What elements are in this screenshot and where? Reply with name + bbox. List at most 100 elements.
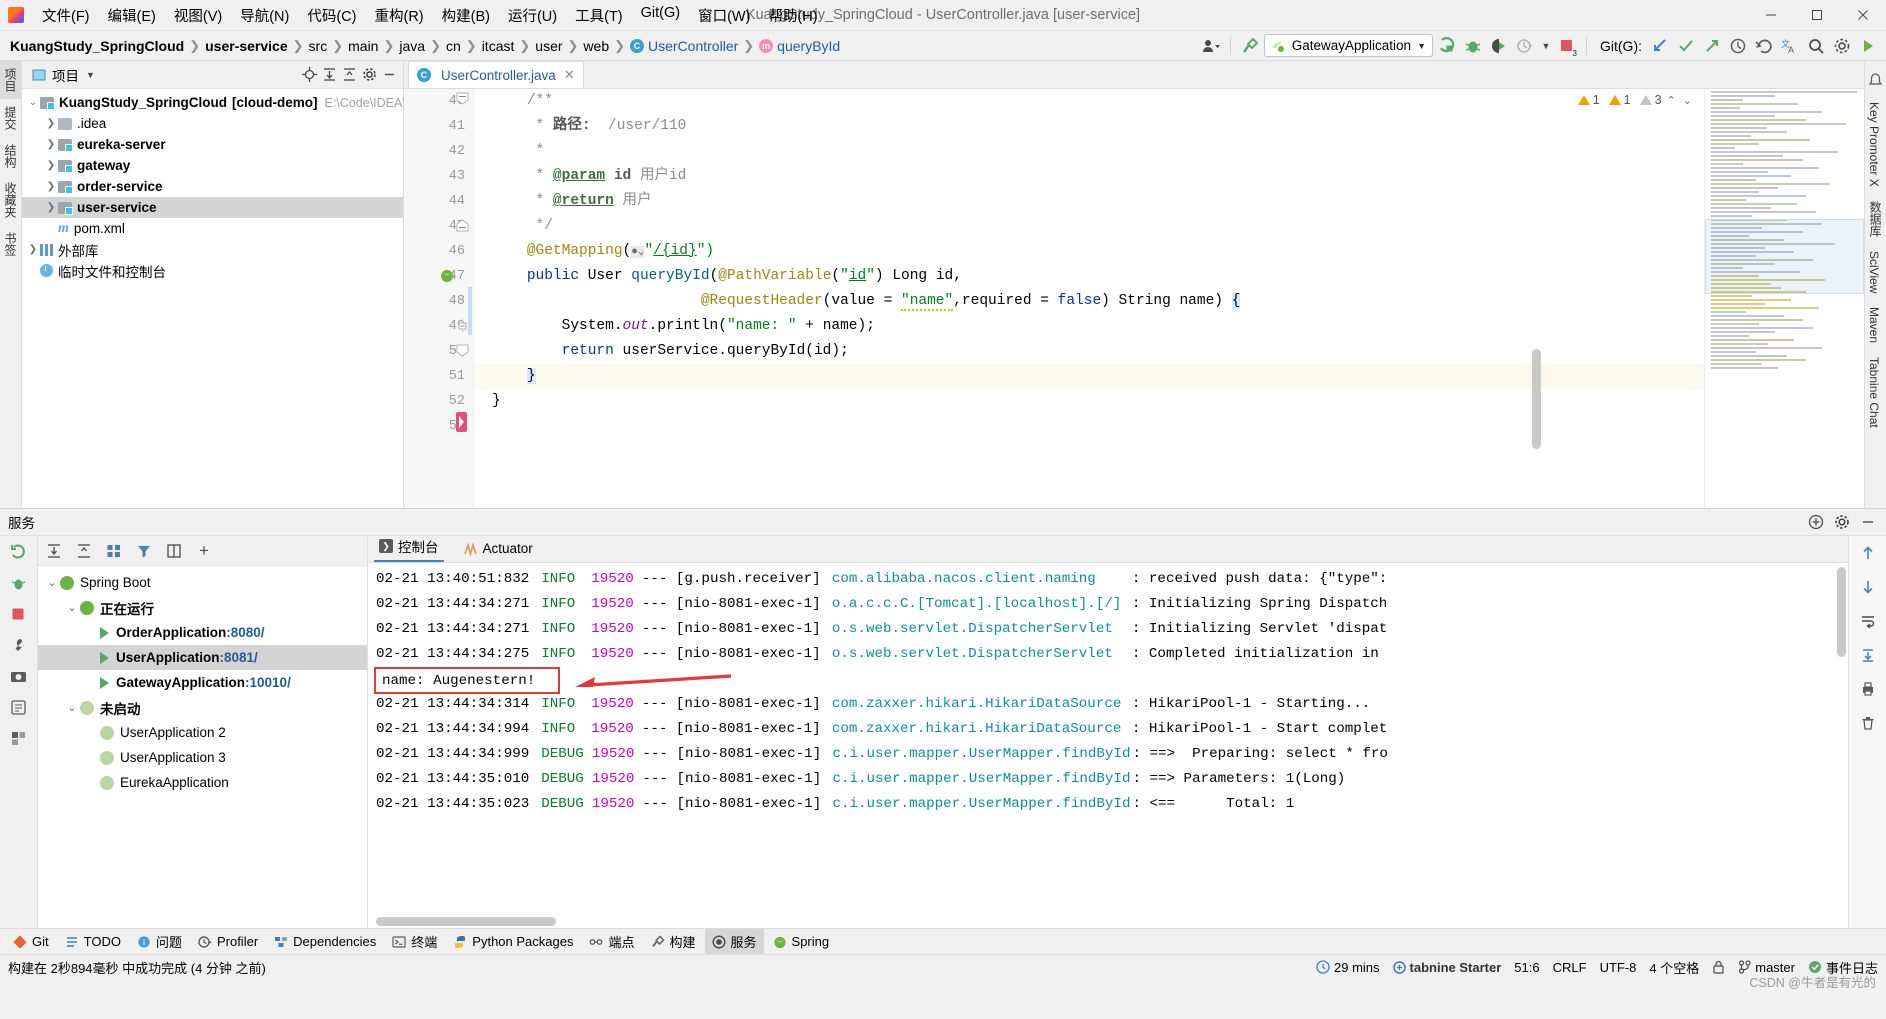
build-hammer-icon[interactable]	[1238, 34, 1262, 58]
run-with-coverage-icon[interactable]	[1487, 34, 1511, 58]
chevron-up-icon[interactable]: ⌃	[1665, 94, 1678, 107]
git-push-icon[interactable]	[1700, 34, 1724, 58]
console-tab-1[interactable]: Actuator	[458, 538, 538, 562]
rail-tab-1[interactable]: 提交	[0, 99, 22, 137]
services-tree[interactable]: ⌄ Spring Boot ⌄ 正在运行 OrderApplication:8080/U…	[38, 566, 367, 795]
bottom-tab-build[interactable]: 构建	[644, 929, 703, 954]
file-encoding[interactable]: UTF-8	[1600, 960, 1637, 975]
minimize-button[interactable]	[1748, 0, 1794, 31]
menu-item-9[interactable]: Git(G)	[632, 2, 689, 29]
git-update-icon[interactable]	[1648, 34, 1672, 58]
hide-icon[interactable]	[379, 65, 399, 85]
code-line[interactable]: * @return 用户	[474, 189, 1704, 214]
rail-tab-4[interactable]: Tabnine Chat	[1864, 350, 1884, 435]
project-tree-row[interactable]: ❯ user-service	[22, 197, 403, 218]
editor-gutter[interactable]: 4041424344454647484950515253	[404, 89, 474, 508]
menu-item-11[interactable]: 帮助(H)	[759, 2, 826, 29]
settings-gear-icon[interactable]	[359, 65, 379, 85]
service-tree-row[interactable]: ⌄ 正在运行	[38, 595, 367, 620]
breadcrumb-item-7[interactable]: user	[531, 37, 566, 55]
chevron-down-icon[interactable]: ⌄	[44, 576, 60, 589]
settings-gear-icon[interactable]	[1832, 512, 1852, 532]
service-tree-row[interactable]: UserApplication:8081/	[38, 645, 367, 670]
run-icon[interactable]	[1435, 34, 1459, 58]
close-button[interactable]	[1840, 0, 1886, 31]
code-line[interactable]: * 路径: /user/110	[474, 114, 1704, 139]
chevron-down-icon[interactable]: ⌄	[64, 601, 80, 614]
chevron-right-icon[interactable]: ❯	[44, 181, 58, 192]
run-configuration-selector[interactable]: GatewayApplication ▼	[1263, 34, 1433, 57]
menu-item-6[interactable]: 构建(B)	[433, 2, 499, 29]
breadcrumb[interactable]: KuangStudy_SpringCloud ❯ user-service ❯ src ❯…	[6, 37, 844, 55]
code-line[interactable]: }	[474, 389, 1704, 414]
service-tree-row[interactable]: EurekaApplication	[38, 770, 367, 795]
chevron-down-icon[interactable]: ⌄	[1681, 94, 1694, 107]
bottom-tab-services[interactable]: 服务	[704, 929, 764, 954]
rerun-icon[interactable]	[8, 541, 30, 563]
editor-vertical-scrollbar[interactable]	[1532, 349, 1541, 449]
rail-tab-3[interactable]: Maven	[1864, 300, 1884, 350]
scroll-to-end-icon[interactable]	[1857, 644, 1879, 666]
service-port[interactable]: :10010/	[245, 675, 291, 690]
service-tree-row[interactable]: UserApplication 2	[38, 720, 367, 745]
console-tab-bar[interactable]: ❯ 控制台 Actuator	[368, 536, 1848, 563]
collapse-all-icon[interactable]	[73, 540, 95, 562]
console-vertical-scrollbar[interactable]	[1837, 567, 1846, 657]
time-tracking[interactable]: 29 mins	[1316, 960, 1380, 975]
breadcrumb-item-2[interactable]: src	[305, 37, 332, 55]
breadcrumb-item-0[interactable]: KuangStudy_SpringCloud	[6, 37, 188, 55]
bottom-tab-dependencies[interactable]: Dependencies	[267, 931, 383, 952]
project-tree-row[interactable]: ❯ .idea	[22, 113, 403, 134]
bottom-tab-git[interactable]: Git	[6, 931, 56, 952]
breadcrumb-item-1[interactable]: user-service	[201, 37, 292, 55]
breadcrumb-item-3[interactable]: main	[344, 37, 382, 55]
chevron-right-icon[interactable]: ❯	[44, 202, 58, 213]
chevron-right-icon[interactable]: ❯	[44, 118, 58, 129]
fold-marker-start[interactable]	[456, 92, 469, 105]
code-line[interactable]: return userService.queryById(id);	[474, 339, 1704, 364]
caret-position[interactable]: 51:6	[1514, 960, 1539, 975]
menu-item-0[interactable]: 文件(F)	[33, 2, 99, 29]
breadcrumb-item-10[interactable]: m queryById	[755, 37, 844, 55]
chevron-down-icon[interactable]: ▼	[1539, 34, 1553, 58]
group-icon[interactable]	[103, 540, 125, 562]
code-line[interactable]: @RequestHeader(value = "name",required =…	[474, 289, 1704, 314]
code-content[interactable]: /** * 路径: /user/110 * * @param id 用户id *…	[474, 89, 1704, 508]
fold-marker-end[interactable]	[456, 219, 469, 232]
project-tree-row[interactable]: 临时文件和控制台	[22, 260, 403, 281]
lock-icon[interactable]	[1712, 960, 1725, 974]
code-line[interactable]: public User queryById(@PathVariable("id"…	[474, 264, 1704, 289]
service-port[interactable]: :8080/	[226, 625, 264, 640]
menu-item-7[interactable]: 运行(U)	[499, 2, 566, 29]
layout-icon[interactable]	[8, 727, 30, 749]
thread-dump-icon[interactable]	[8, 696, 30, 718]
services-header-actions[interactable]	[1806, 512, 1878, 532]
breadcrumb-item-4[interactable]: java	[395, 37, 429, 55]
print-icon[interactable]	[1857, 678, 1879, 700]
service-tree-row[interactable]: ⌄ Spring Boot	[38, 570, 367, 595]
line-separator[interactable]: CRLF	[1553, 960, 1587, 975]
editor-tab-bar[interactable]: C UserController.java ✕	[404, 61, 1864, 89]
fold-marker-caret[interactable]	[456, 344, 469, 357]
debug-icon[interactable]	[8, 572, 30, 594]
wrench-icon[interactable]	[8, 634, 30, 656]
stop-icon[interactable]	[8, 603, 30, 625]
console-right-actions[interactable]	[1848, 536, 1886, 928]
history-icon[interactable]	[1726, 34, 1750, 58]
rail-tab-4[interactable]: 书签	[0, 225, 22, 263]
code-line[interactable]: System.out.println("name: " + name);	[474, 314, 1704, 339]
rail-tab-1[interactable]: 数据库	[1864, 194, 1886, 244]
locate-icon[interactable]	[299, 65, 319, 85]
console-tab-0[interactable]: ❯ 控制台	[374, 533, 444, 562]
bottom-tab-profiler[interactable]: Profiler	[191, 931, 265, 952]
chevron-down-icon[interactable]: ▼	[86, 70, 95, 80]
breadcrumb-item-5[interactable]: cn	[442, 37, 465, 55]
menu-item-5[interactable]: 重构(R)	[365, 2, 432, 29]
chevron-down-icon[interactable]: ⌄	[64, 701, 80, 714]
editor-minimap-preview[interactable]	[1704, 89, 1864, 508]
code-line[interactable]: *	[474, 139, 1704, 164]
service-tree-row[interactable]: GatewayApplication:10010/	[38, 670, 367, 695]
tabnine-status[interactable]: tabnine Starter	[1392, 960, 1501, 975]
stop-icon[interactable]: 3	[1555, 34, 1579, 58]
project-tree-row[interactable]: ❯ eureka-server	[22, 134, 403, 155]
